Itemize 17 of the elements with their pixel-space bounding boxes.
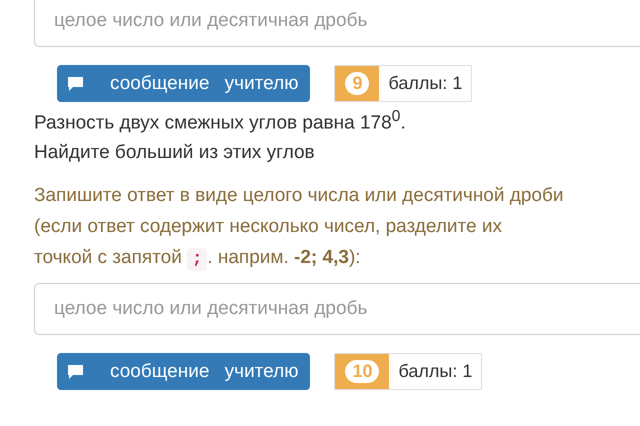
example-text: . наприм. -2; 4,3):: [207, 247, 361, 268]
answer-field[interactable]: целое число или десятичная дробь: [34, 283, 640, 336]
hint-text: точкой с запятой: [34, 247, 182, 268]
hint-text: (если ответ содержит несколько чисел, разделите их: [34, 215, 503, 240]
question-number: 10: [345, 360, 380, 384]
message-teacher-button[interactable]: сообщение учителю: [57, 65, 310, 102]
code-snippet: ;: [187, 248, 208, 272]
answer-field[interactable]: целое число или десятичная дробь: [34, 0, 640, 47]
question-text: Найдите больший из этих углов: [34, 141, 316, 166]
speech-bubble-icon: [67, 364, 84, 380]
question-number: 9: [345, 72, 370, 95]
points-label: баллы: 1: [397, 360, 474, 384]
instruction-text: Запишите ответ в виде целого числа или десятичной дроби: [34, 184, 564, 208]
speech-bubble-icon: [67, 76, 84, 92]
message-teacher-button[interactable]: сообщение учителю: [57, 353, 310, 390]
points-label: баллы: 1: [387, 72, 464, 95]
question-text: Разность двух смежных углов равна 178$^{0}$.: [34, 107, 407, 136]
